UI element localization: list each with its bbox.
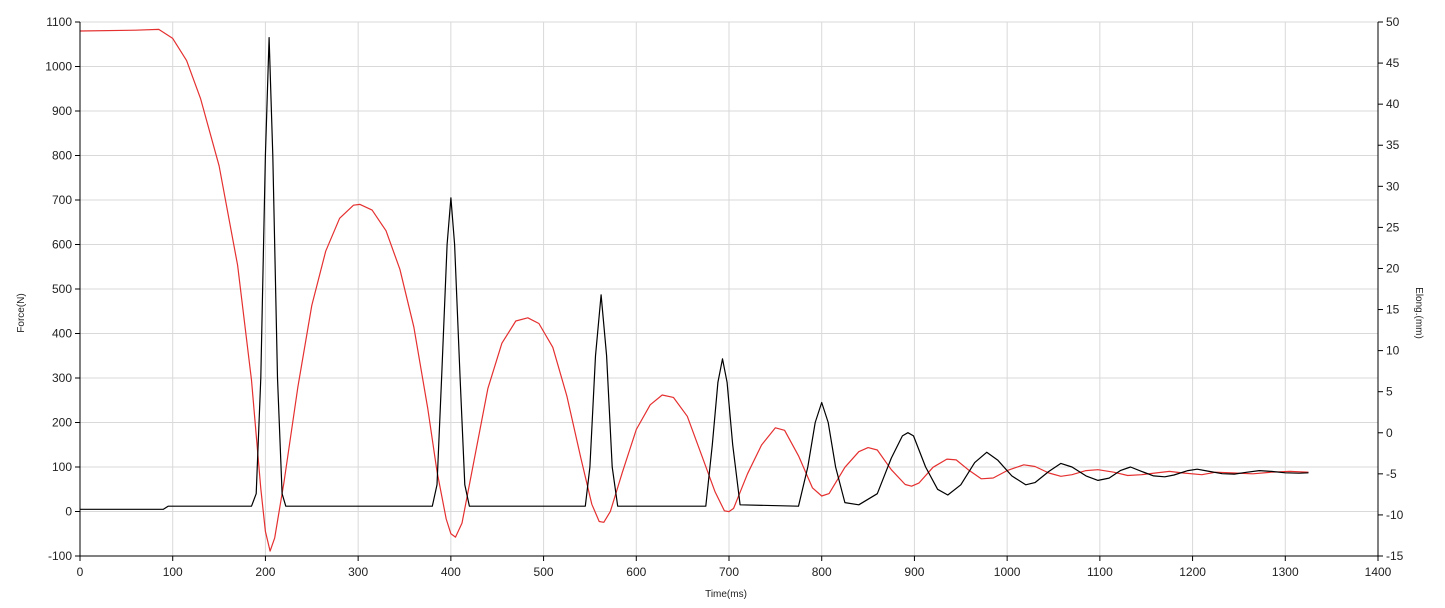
y-tick-label: 100 bbox=[52, 460, 72, 474]
y-tick-label: 1100 bbox=[46, 15, 72, 29]
x-tick-label: 1000 bbox=[994, 565, 1021, 579]
y2-tick-label: 15 bbox=[1386, 303, 1400, 317]
y2-tick-label: -5 bbox=[1386, 467, 1397, 481]
y-axis-ticks: -100 0 100 200 300 400 500 600 700 800 900 1000 1100 bbox=[45, 15, 80, 563]
x-tick-label: 500 bbox=[534, 565, 554, 579]
y2-tick-label: 45 bbox=[1386, 56, 1400, 70]
x-tick-label: 400 bbox=[441, 565, 461, 579]
y2-tick-label: 30 bbox=[1386, 179, 1400, 193]
x-axis-title: Time(ms) bbox=[705, 589, 747, 600]
y-tick-label: -100 bbox=[48, 549, 72, 563]
y2-tick-label: 35 bbox=[1386, 138, 1400, 152]
y2-tick-label: 20 bbox=[1386, 261, 1400, 275]
y-axis-title: Force(N) bbox=[16, 293, 27, 332]
x-tick-label: 200 bbox=[255, 565, 275, 579]
y2-tick-label: 5 bbox=[1386, 385, 1393, 399]
x-tick-label: 900 bbox=[904, 565, 924, 579]
y-tick-label: 1000 bbox=[45, 60, 72, 74]
y2-tick-label: 40 bbox=[1386, 97, 1400, 111]
y-tick-label: 900 bbox=[52, 104, 72, 118]
y-tick-label: 400 bbox=[52, 327, 72, 341]
x-tick-label: 0 bbox=[77, 565, 84, 579]
y-tick-label: 600 bbox=[52, 238, 72, 252]
x-tick-label: 800 bbox=[812, 565, 832, 579]
x-tick-label: 700 bbox=[719, 565, 739, 579]
y2-axis-title: Elong.(mm) bbox=[1413, 287, 1424, 339]
line-chart: 0 100 200 300 400 500 600 700 800 900 1000 1100 1200… bbox=[16, 15, 1424, 600]
x-tick-label: 1200 bbox=[1179, 565, 1206, 579]
x-tick-label: 600 bbox=[626, 565, 646, 579]
x-tick-label: 1300 bbox=[1272, 565, 1299, 579]
y2-tick-label: 50 bbox=[1386, 15, 1400, 29]
x-axis-ticks: 0 100 200 300 400 500 600 700 800 900 1000 1100 1200… bbox=[77, 556, 1392, 579]
y2-tick-label: 10 bbox=[1386, 344, 1400, 358]
y2-tick-label: 25 bbox=[1386, 220, 1400, 234]
x-tick-label: 1400 bbox=[1365, 565, 1392, 579]
x-tick-label: 300 bbox=[348, 565, 368, 579]
y2-tick-label: -10 bbox=[1386, 508, 1404, 522]
y-tick-label: 500 bbox=[52, 282, 72, 296]
y-tick-label: 200 bbox=[52, 416, 72, 430]
y-tick-label: 0 bbox=[65, 505, 72, 519]
x-tick-label: 100 bbox=[163, 565, 183, 579]
y-tick-label: 700 bbox=[52, 193, 72, 207]
y-tick-label: 300 bbox=[52, 371, 72, 385]
y2-axis-ticks: -15 -10 -5 0 5 10 15 20 25 30 35 40 45 50 bbox=[1378, 15, 1404, 563]
x-tick-label: 1100 bbox=[1087, 565, 1113, 579]
y-tick-label: 800 bbox=[52, 149, 72, 163]
y2-tick-label: -15 bbox=[1386, 549, 1404, 563]
y2-tick-label: 0 bbox=[1386, 426, 1393, 440]
